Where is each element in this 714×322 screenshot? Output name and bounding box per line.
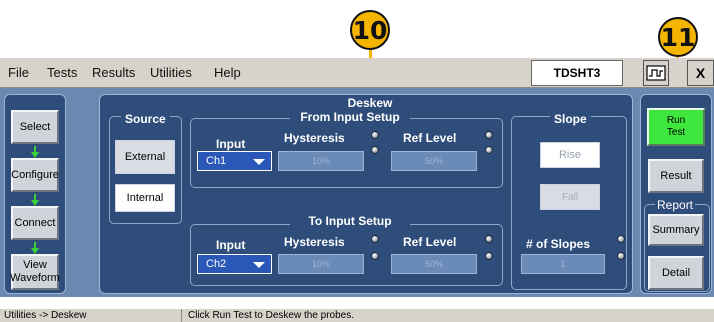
- report-title: Report: [655, 198, 696, 212]
- to-ref-level-knob-icon[interactable]: [485, 235, 493, 243]
- menu-tests[interactable]: Tests: [47, 65, 77, 80]
- rise-button[interactable]: Rise: [540, 142, 600, 168]
- from-input-label: Input: [216, 137, 246, 151]
- from-hysteresis-knob-icon[interactable]: [371, 131, 379, 139]
- external-button[interactable]: External: [115, 140, 175, 174]
- from-ref-level-field[interactable]: 50%: [391, 151, 477, 171]
- from-ref-level-knob-icon[interactable]: [485, 131, 493, 139]
- num-slopes-knob-icon[interactable]: [617, 235, 625, 243]
- from-ref-level-knob-icon[interactable]: [485, 146, 493, 154]
- connect-button[interactable]: Connect: [11, 206, 59, 240]
- result-button[interactable]: Result: [648, 159, 704, 193]
- menu-file[interactable]: File: [8, 65, 29, 80]
- summary-button[interactable]: Summary: [648, 214, 704, 246]
- to-hysteresis-knob-icon[interactable]: [371, 252, 379, 260]
- deskew-title: Deskew: [347, 96, 393, 110]
- menu-utilities[interactable]: Utilities: [150, 65, 192, 80]
- chevron-down-icon: [253, 159, 265, 165]
- fall-button[interactable]: Fall: [540, 184, 600, 210]
- to-input-label: Input: [216, 238, 246, 252]
- app-name-box: TDSHT3: [531, 60, 623, 86]
- status-path: Utilities -> Deskew: [4, 310, 87, 321]
- from-hysteresis-knob-icon[interactable]: [371, 146, 379, 154]
- menu-help[interactable]: Help: [214, 65, 241, 80]
- num-slopes-label: # of Slopes: [526, 237, 591, 251]
- internal-button[interactable]: Internal: [115, 184, 175, 212]
- from-ref-level-label: Ref Level: [403, 131, 457, 145]
- detail-button[interactable]: Detail: [648, 256, 704, 290]
- view-waveform-button[interactable]: View Waveform: [10, 254, 60, 290]
- to-ref-level-knob-icon[interactable]: [485, 252, 493, 260]
- app-name: TDSHT3: [553, 66, 601, 80]
- status-bar: Utilities -> Deskew Click Run Test to De…: [0, 309, 714, 322]
- minimize-waveform-icon: [646, 65, 666, 81]
- from-hysteresis-label: Hysteresis: [284, 131, 345, 145]
- slope-title: Slope: [550, 112, 591, 126]
- status-divider: [181, 309, 182, 322]
- to-input-value: Ch2: [206, 258, 227, 270]
- callout-11: 11: [658, 17, 698, 57]
- to-input-dropdown[interactable]: Ch2: [197, 254, 272, 274]
- minimize-button[interactable]: [643, 60, 669, 86]
- from-input-dropdown[interactable]: Ch1: [197, 151, 272, 171]
- to-ref-level-field[interactable]: 50%: [391, 254, 477, 274]
- run-test-label: Run Test: [666, 115, 686, 138]
- from-input-title: From Input Setup: [290, 110, 410, 124]
- to-ref-level-label: Ref Level: [403, 235, 457, 249]
- select-button[interactable]: Select: [11, 110, 59, 144]
- run-test-button[interactable]: Run Test: [647, 108, 705, 146]
- to-hysteresis-label: Hysteresis: [284, 235, 345, 249]
- callout-10: 10: [350, 10, 390, 50]
- configure-button[interactable]: Configure: [11, 158, 59, 192]
- from-input-value: Ch1: [206, 155, 227, 167]
- status-message: Click Run Test to Deskew the probes.: [188, 310, 355, 321]
- to-hysteresis-knob-icon[interactable]: [371, 235, 379, 243]
- num-slopes-knob-icon[interactable]: [617, 252, 625, 260]
- close-button[interactable]: X: [687, 60, 714, 86]
- menu-results[interactable]: Results: [92, 65, 135, 80]
- from-hysteresis-field[interactable]: 10%: [278, 151, 364, 171]
- close-icon: X: [695, 65, 706, 81]
- num-slopes-field[interactable]: 1: [521, 254, 605, 274]
- source-title: Source: [121, 112, 170, 126]
- chevron-down-icon: [253, 262, 265, 268]
- to-input-title: To Input Setup: [290, 214, 410, 228]
- to-hysteresis-field[interactable]: 10%: [278, 254, 364, 274]
